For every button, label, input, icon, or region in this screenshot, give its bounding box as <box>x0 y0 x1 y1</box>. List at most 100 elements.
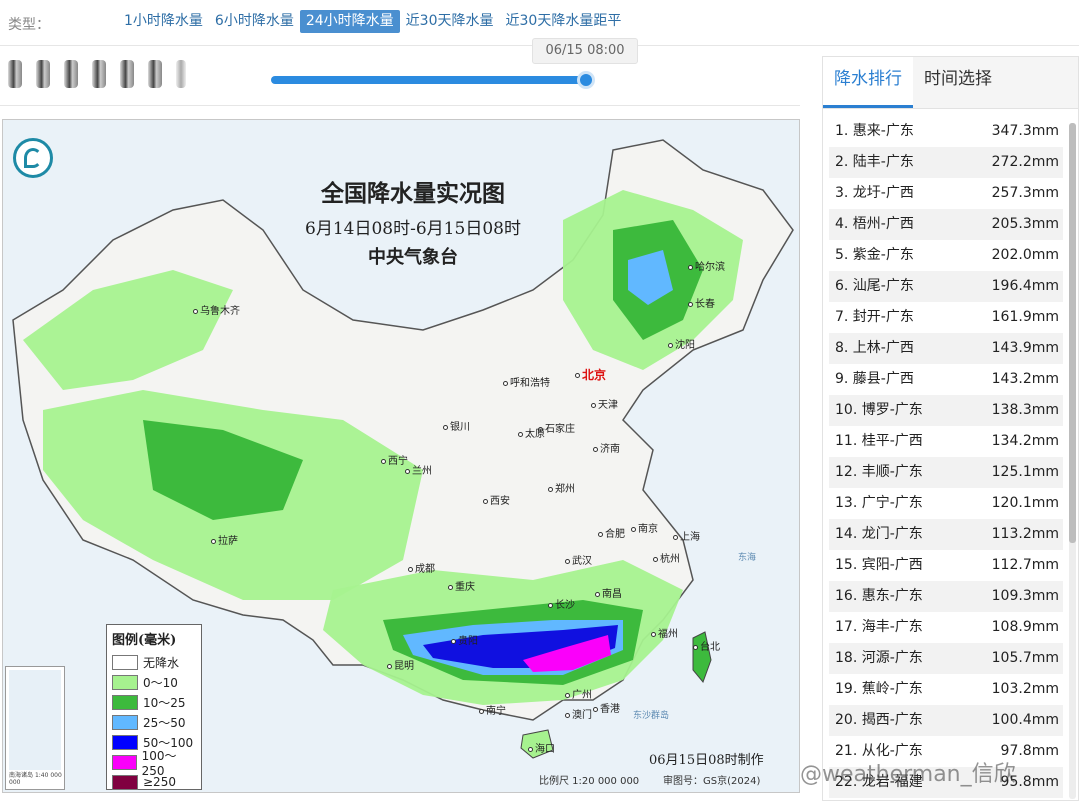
ranking-row[interactable]: 8. 上林-广西 143.9mm <box>829 333 1063 364</box>
city-name: 昆明 <box>394 661 414 672</box>
city-label: 成都 <box>408 560 435 575</box>
city-label: 澳门 <box>565 706 592 721</box>
frame-thumbnail[interactable] <box>92 60 106 88</box>
city-dot-icon <box>688 264 693 270</box>
ranking-value: 134.2mm <box>991 433 1059 449</box>
ranking-row[interactable]: 19. 蕉岭-广东 103.2mm <box>829 674 1063 705</box>
legend-title: 图例(毫米) <box>112 633 177 648</box>
panel-tab[interactable]: 时间选择 <box>913 57 1003 108</box>
ranking-row[interactable]: 15. 宾阳-广西 112.7mm <box>829 550 1063 581</box>
ranking-row[interactable]: 17. 海丰-广东 108.9mm <box>829 612 1063 643</box>
city-dot-icon <box>565 692 570 698</box>
frame-thumbnail[interactable] <box>148 60 162 88</box>
legend-label: 10～25 <box>143 695 186 710</box>
city-dot-icon <box>651 631 656 637</box>
city-dot-icon <box>548 602 553 608</box>
ranking-row[interactable]: 14. 龙门-广东 113.2mm <box>829 519 1063 550</box>
legend-label: 100～250 <box>141 748 177 778</box>
type-tab[interactable]: 近30天降水量 <box>400 10 500 33</box>
inset-label: 南海诸岛 <box>9 772 34 779</box>
frame-thumbnail[interactable] <box>36 60 50 88</box>
ranking-value: 161.9mm <box>991 309 1059 325</box>
ranking-row[interactable]: 18. 河源-广东 105.7mm <box>829 643 1063 674</box>
ranking-value: 347.3mm <box>991 123 1059 139</box>
ranking-value: 138.3mm <box>991 402 1059 418</box>
city-name: 呼和浩特 <box>510 378 550 389</box>
city-name: 武汉 <box>572 556 592 567</box>
ranking-row[interactable]: 16. 惠东-广东 109.3mm <box>829 581 1063 612</box>
legend-swatch <box>112 734 138 750</box>
city-dot-icon <box>193 308 198 314</box>
ranking-row[interactable]: 9. 藤县-广西 143.2mm <box>829 364 1063 395</box>
legend-row: 0～10 <box>112 672 196 692</box>
city-dot-icon <box>381 458 386 464</box>
ranking-row[interactable]: 20. 揭西-广东 100.4mm <box>829 705 1063 736</box>
city-dot-icon <box>653 556 658 562</box>
ranking-station: 6. 汕尾-广东 <box>835 278 914 294</box>
type-tab[interactable]: 1小时降水量 <box>118 10 209 33</box>
city-dot-icon <box>483 498 488 504</box>
city-dot-icon <box>548 486 553 492</box>
ranking-row[interactable]: 13. 广宁-广东 120.1mm <box>829 488 1063 519</box>
city-name: 太原 <box>525 429 545 440</box>
frame-thumbnail[interactable] <box>64 60 78 88</box>
ranking-station: 4. 梧州-广西 <box>835 216 914 232</box>
ranking-value: 120.1mm <box>991 495 1059 511</box>
scale-text: 比例尺 1:20 000 000 <box>539 776 640 787</box>
city-name: 澳门 <box>572 710 592 721</box>
city-name: 福州 <box>658 629 678 640</box>
city-name: 拉萨 <box>218 536 238 547</box>
ranking-value: 103.2mm <box>991 681 1059 697</box>
ranking-value: 143.9mm <box>991 340 1059 356</box>
type-tab[interactable]: 24小时降水量 <box>299 10 400 33</box>
made-time: 06月15日08时制作 <box>649 753 764 768</box>
ranking-station: 2. 陆丰-广东 <box>835 154 914 170</box>
ranking-row[interactable]: 5. 紫金-广东 202.0mm <box>829 240 1063 271</box>
type-tabs: 1小时降水量 6小时降水量 24小时降水量 近30天降水量 近30天降水量距平 <box>118 10 627 33</box>
ranking-row[interactable]: 7. 封开-广东 161.9mm <box>829 302 1063 333</box>
cma-logo <box>13 138 53 178</box>
capital-name: 北京 <box>582 368 607 382</box>
city-dot-icon <box>528 746 533 752</box>
frame-thumbnail[interactable] <box>176 60 186 88</box>
ranking-row[interactable]: 1. 惠来-广东 347.3mm <box>829 116 1063 147</box>
ranking-row[interactable]: 3. 龙圩-广西 257.3mm <box>829 178 1063 209</box>
city-name: 南宁 <box>486 706 506 717</box>
city-name: 长春 <box>695 299 715 310</box>
ranking-row[interactable]: 10. 博罗-广东 138.3mm <box>829 395 1063 426</box>
legend-rows: 无降水 0～10 10～25 25～50 50～100 100～250 ≥250 <box>112 652 196 792</box>
city-name: 沈阳 <box>675 340 695 351</box>
ranking-row[interactable]: 11. 桂平-广西 134.2mm <box>829 426 1063 457</box>
city-name: 香港 <box>600 704 620 715</box>
ranking-scrollbar[interactable] <box>1069 123 1076 799</box>
ranking-value: 100.4mm <box>991 712 1059 728</box>
city-label: 银川 <box>443 418 470 433</box>
timeline-track[interactable] <box>271 76 589 84</box>
ranking-row[interactable]: 2. 陆丰-广东 272.2mm <box>829 147 1063 178</box>
scrollbar-thumb[interactable] <box>1069 123 1076 543</box>
timeline-knob[interactable] <box>577 71 595 89</box>
ranking-value: 125.1mm <box>991 464 1059 480</box>
type-tab[interactable]: 近30天降水量距平 <box>500 10 628 33</box>
city-dot-icon <box>688 301 693 307</box>
ranking-row[interactable]: 6. 汕尾-广东 196.4mm <box>829 271 1063 302</box>
city-label: 杭州 <box>653 550 680 565</box>
ranking-station: 3. 龙圩-广西 <box>835 185 914 201</box>
ranking-value: 196.4mm <box>991 278 1059 294</box>
city-label: 昆明 <box>387 657 414 672</box>
frame-thumbnail[interactable] <box>8 60 22 88</box>
city-name: 海口 <box>535 744 555 755</box>
frame-thumbnail[interactable] <box>120 60 134 88</box>
precipitation-map[interactable]: 全国降水量实况图 6月14日08时-6月15日08时 中央气象台 乌鲁木齐 哈尔滨… <box>2 119 800 793</box>
city-label: 台北 <box>693 638 720 653</box>
city-dot-icon <box>451 638 456 644</box>
ranking-station: 16. 惠东-广东 <box>835 588 923 604</box>
panel-tabs: 降水排行 时间选择 <box>823 57 1078 109</box>
ranking-station: 9. 藤县-广西 <box>835 371 914 387</box>
city-label: 西安 <box>483 492 510 507</box>
ranking-row[interactable]: 4. 梧州-广西 205.3mm <box>829 209 1063 240</box>
type-tab[interactable]: 6小时降水量 <box>209 10 300 33</box>
city-name: 重庆 <box>455 582 475 593</box>
ranking-row[interactable]: 12. 丰顺-广东 125.1mm <box>829 457 1063 488</box>
panel-tab[interactable]: 降水排行 <box>823 57 913 108</box>
